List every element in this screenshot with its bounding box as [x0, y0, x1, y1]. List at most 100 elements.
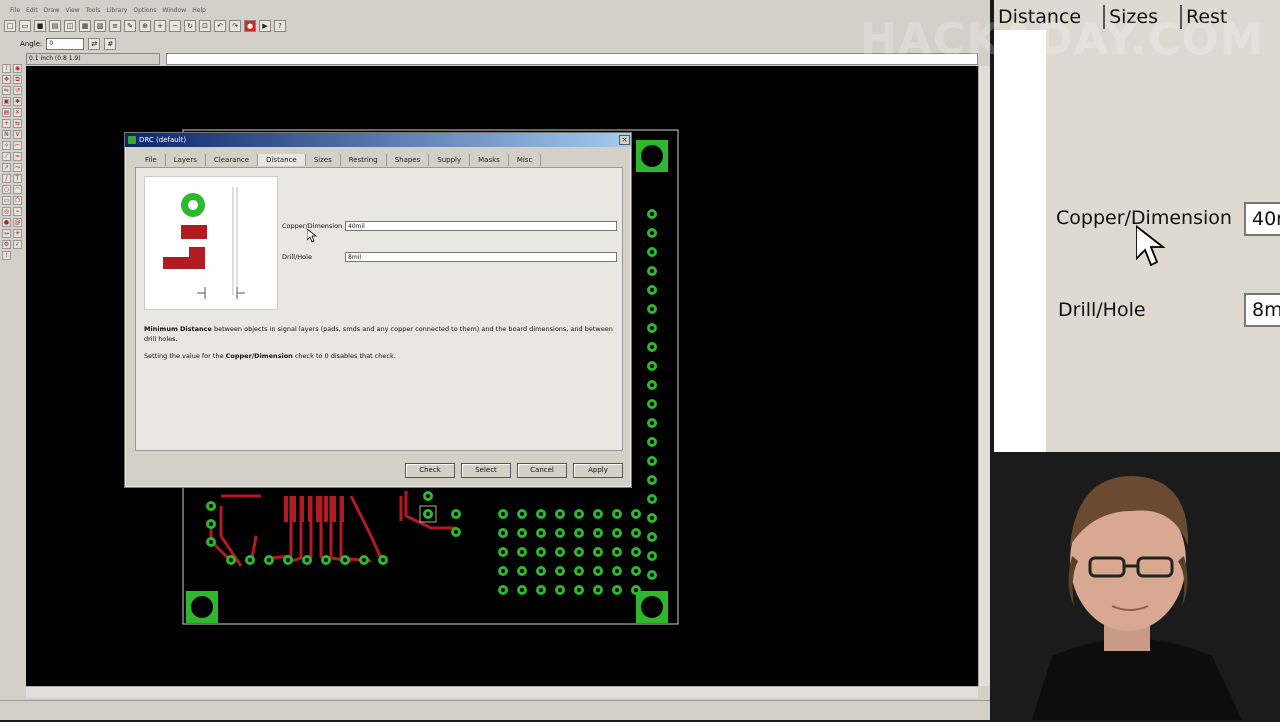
- apply-button[interactable]: Apply: [573, 463, 623, 478]
- name-icon[interactable]: N: [2, 130, 11, 139]
- arc-icon[interactable]: ◠: [13, 185, 22, 194]
- copper-dimension-input[interactable]: 40mil: [345, 221, 617, 231]
- tab-restring[interactable]: Restring: [341, 154, 387, 166]
- pad-hole: [577, 550, 581, 554]
- grid-icon[interactable]: #: [104, 38, 117, 50]
- drill-hole-label: Drill/Hole: [282, 253, 312, 261]
- tab-distance[interactable]: Distance: [258, 154, 306, 166]
- route-icon[interactable]: ↗: [2, 163, 11, 172]
- tab-supply[interactable]: Supply: [429, 154, 471, 166]
- dialog-title-bar[interactable]: DRC (default): [125, 133, 631, 147]
- cam-icon[interactable]: ◫: [64, 20, 76, 32]
- menu-window[interactable]: Window: [163, 7, 187, 14]
- check-button[interactable]: Check: [405, 463, 455, 478]
- stop-icon[interactable]: ●: [244, 20, 256, 32]
- pad-hole: [501, 531, 505, 535]
- circle-icon[interactable]: ○: [2, 185, 11, 194]
- menu-draw[interactable]: Draw: [44, 7, 60, 14]
- ratsnest-icon[interactable]: ✳: [13, 229, 22, 238]
- distance-tab-panel: Copper/Dimension 40mil Drill/Hole 8mil M…: [135, 167, 623, 451]
- help-icon[interactable]: ?: [274, 20, 286, 32]
- cancel-button[interactable]: Cancel: [517, 463, 567, 478]
- command-line-input[interactable]: [166, 53, 978, 65]
- optimize-icon[interactable]: ≈: [13, 152, 22, 161]
- dialog-title: DRC (default): [139, 136, 187, 144]
- menu-options[interactable]: Options: [133, 7, 156, 14]
- menu-edit[interactable]: Edit: [26, 7, 38, 14]
- go-icon[interactable]: ▶: [259, 20, 271, 32]
- hole-icon[interactable]: ●: [2, 218, 11, 227]
- tab-misc[interactable]: Misc: [509, 154, 542, 166]
- tab-masks[interactable]: Masks: [470, 154, 509, 166]
- mirror-tool-icon[interactable]: ⇋: [2, 86, 11, 95]
- smash-icon[interactable]: ✧: [2, 141, 11, 150]
- move-icon[interactable]: ✥: [2, 75, 11, 84]
- undo-icon[interactable]: ↶: [214, 20, 226, 32]
- tab-file[interactable]: File: [137, 154, 166, 166]
- attribute-icon[interactable]: @: [13, 218, 22, 227]
- delete-icon[interactable]: ✕: [13, 108, 22, 117]
- copy-icon[interactable]: ⧉: [13, 75, 22, 84]
- close-icon[interactable]: ×: [619, 135, 630, 145]
- pad-hole: [596, 550, 600, 554]
- ripup-icon[interactable]: ⤳: [13, 163, 22, 172]
- miter-icon[interactable]: ⌐: [13, 141, 22, 150]
- change-icon[interactable]: ✱: [13, 97, 22, 106]
- info-icon[interactable]: i: [2, 64, 11, 73]
- menu-tools[interactable]: Tools: [86, 7, 101, 14]
- rect-icon[interactable]: ▭: [2, 196, 11, 205]
- paste-icon[interactable]: ▤: [2, 108, 11, 117]
- show-icon[interactable]: ◉: [13, 64, 22, 73]
- pad-hole: [650, 307, 654, 311]
- polygon-icon[interactable]: ⬠: [13, 196, 22, 205]
- wire-icon[interactable]: ∕: [2, 174, 11, 183]
- board-icon[interactable]: ▦: [79, 20, 91, 32]
- redraw-icon[interactable]: ↻: [184, 20, 196, 32]
- via-icon[interactable]: ◎: [2, 207, 11, 216]
- split-icon[interactable]: ⟋: [2, 152, 11, 161]
- errors-icon[interactable]: !: [2, 251, 11, 260]
- script-icon[interactable]: ≡: [109, 20, 121, 32]
- pad-hole: [650, 497, 654, 501]
- replace-icon[interactable]: ⇆: [13, 119, 22, 128]
- pin-header-column: [647, 209, 657, 580]
- text-icon[interactable]: T: [13, 174, 22, 183]
- pad-hole: [501, 550, 505, 554]
- rotate-icon[interactable]: ↺: [13, 86, 22, 95]
- tab-shapes[interactable]: Shapes: [387, 154, 430, 166]
- menu-view[interactable]: View: [65, 7, 79, 14]
- tab-sizes[interactable]: Sizes: [306, 154, 341, 166]
- horizontal-scrollbar[interactable]: [26, 686, 978, 698]
- tab-clearance[interactable]: Clearance: [206, 154, 259, 166]
- schematic-icon[interactable]: ▧: [94, 20, 106, 32]
- drill-hole-input[interactable]: 8mil: [345, 252, 617, 262]
- select-button[interactable]: Select: [461, 463, 511, 478]
- menu-library[interactable]: Library: [106, 7, 127, 14]
- add-icon[interactable]: +: [2, 119, 11, 128]
- tab-layers[interactable]: Layers: [166, 154, 206, 166]
- menu-help[interactable]: Help: [192, 7, 206, 14]
- print-icon[interactable]: ▤: [49, 20, 61, 32]
- pad-hole: [577, 588, 581, 592]
- new-file-icon[interactable]: □: [4, 20, 16, 32]
- drc-icon[interactable]: ✓: [13, 240, 22, 249]
- zoom-fit-icon[interactable]: ⊕: [139, 20, 151, 32]
- group-icon[interactable]: ▣: [2, 97, 11, 106]
- zoom-select-icon[interactable]: ⊡: [199, 20, 211, 32]
- signal-icon[interactable]: ⌁: [13, 207, 22, 216]
- pad-hole: [615, 512, 619, 516]
- menu-file[interactable]: File: [10, 7, 20, 14]
- ulp-icon[interactable]: ✎: [124, 20, 136, 32]
- vertical-scrollbar[interactable]: [978, 66, 990, 686]
- value-icon[interactable]: V: [13, 130, 22, 139]
- pad-hole: [558, 512, 562, 516]
- open-icon[interactable]: ▭: [19, 20, 31, 32]
- zoom-out-icon[interactable]: −: [169, 20, 181, 32]
- zoom-in-icon[interactable]: +: [154, 20, 166, 32]
- autorouter-icon[interactable]: ⚙: [2, 240, 11, 249]
- save-icon[interactable]: ■: [34, 20, 46, 32]
- mirror-icon[interactable]: ⇄: [88, 38, 101, 50]
- dimension-icon[interactable]: ↔: [2, 229, 11, 238]
- redo-icon[interactable]: ↷: [229, 20, 241, 32]
- angle-input[interactable]: 0: [46, 38, 85, 50]
